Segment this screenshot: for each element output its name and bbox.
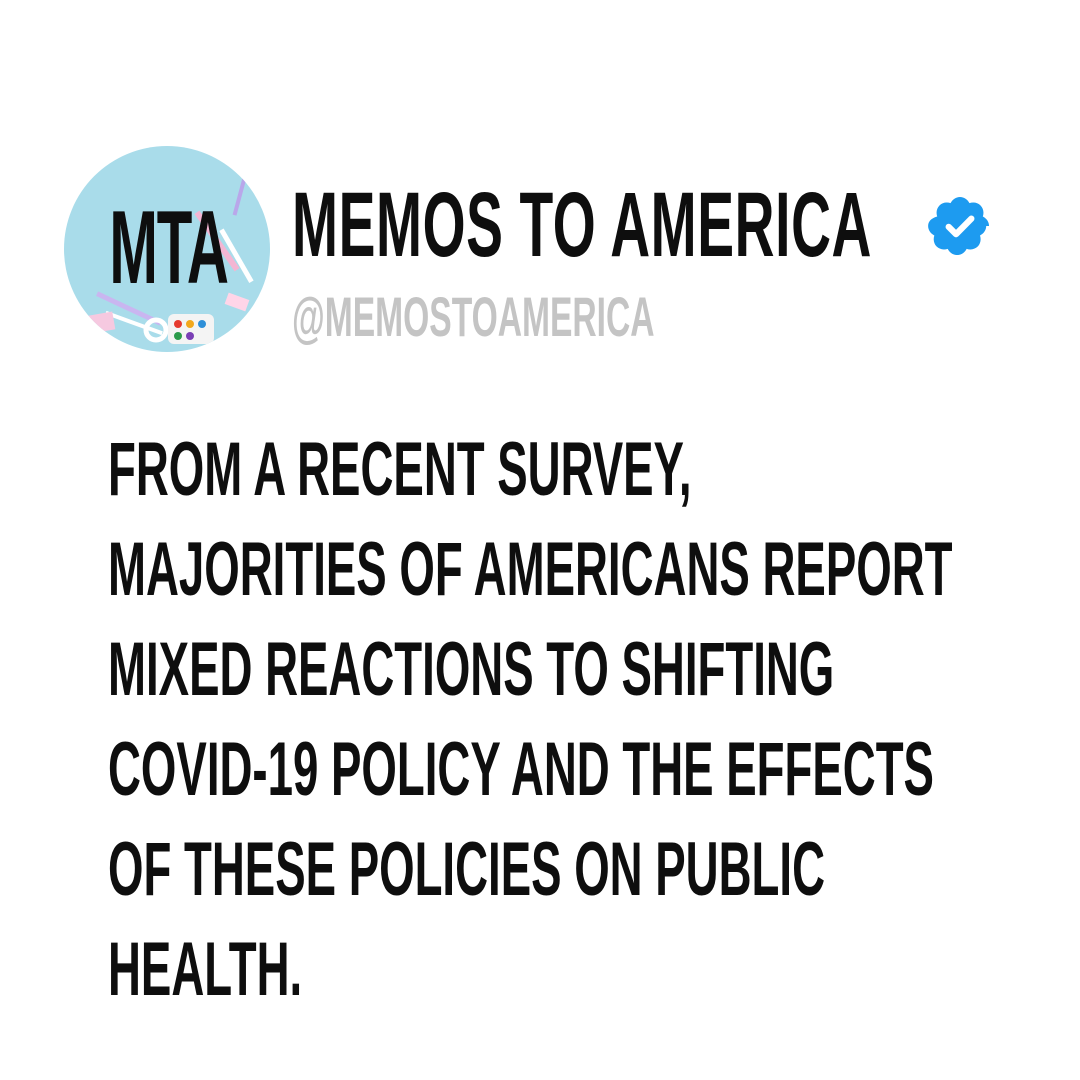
profile-handle[interactable]: @MEMOSTOAMERICA <box>292 289 655 345</box>
post-line: COVID-19 POLICY AND THE EFFECTS <box>108 727 934 812</box>
post-line: HEALTH. <box>108 927 303 1012</box>
verified-badge-icon <box>928 196 990 256</box>
post-body: FROM A RECENT SURVEY, MAJORITIES OF AMER… <box>108 420 1008 1020</box>
post-line: MIXED REACTIONS TO SHIFTING <box>108 627 835 712</box>
post-line: MAJORITIES OF AMERICANS REPORT <box>108 527 953 612</box>
display-name[interactable]: MEMOS TO AMERICA <box>292 179 872 271</box>
avatar-logo-text: MTA <box>109 190 229 306</box>
post-line: OF THESE POLICIES ON PUBLIC <box>108 827 825 912</box>
avatar[interactable]: MTA <box>64 146 270 352</box>
post-line: FROM A RECENT SURVEY, <box>108 427 692 512</box>
